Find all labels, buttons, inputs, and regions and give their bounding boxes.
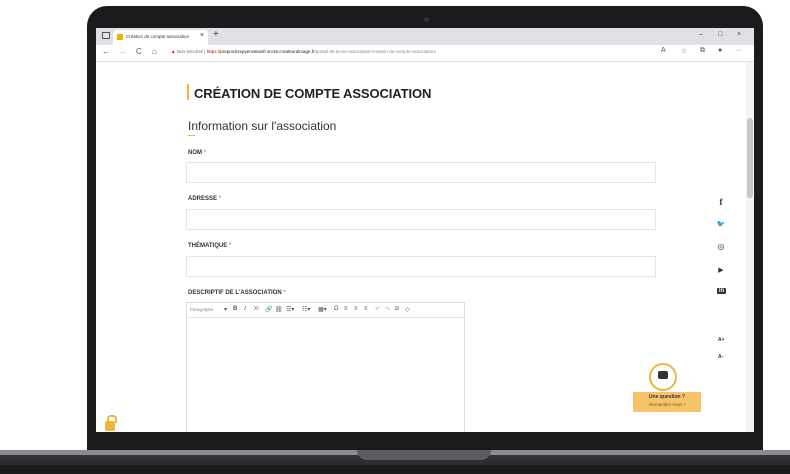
thematique-select[interactable] [186, 256, 656, 277]
page-content: CRÉATION DE COMPTE ASSOCIATION Informati… [96, 62, 754, 432]
webcam [424, 17, 429, 22]
align-center-icon[interactable]: ≡ [354, 306, 358, 312]
nom-label-text: NOM [188, 150, 202, 156]
undo-icon[interactable]: ↶ [375, 306, 380, 313]
thematique-label: THÉMATIQUE * [188, 243, 231, 249]
adresse-label: ADRESSE * [188, 196, 221, 202]
text-size-increase[interactable]: A+ [718, 337, 725, 343]
accessibility-lock-icon[interactable] [105, 421, 115, 431]
bold-button[interactable]: B [233, 306, 237, 312]
table-icon[interactable]: ▦▾ [318, 306, 327, 313]
youtube-icon[interactable]: ▶ [715, 266, 727, 274]
url-separator: | [204, 49, 206, 54]
superscript-button[interactable]: X² [254, 306, 259, 312]
clear-format-icon[interactable]: ◇ [405, 306, 410, 313]
chat-bubble-icon [658, 371, 668, 379]
url-path: /portail-de-la-vie-associative/creation-… [314, 49, 436, 54]
nom-input[interactable] [186, 162, 656, 183]
tab-title: Création de compte association [126, 34, 190, 39]
home-icon[interactable]: ⌂ [152, 47, 157, 56]
numbered-list-icon[interactable]: ☷▾ [302, 306, 310, 313]
twitter-icon[interactable]: 🐦 [715, 220, 727, 228]
chat-label[interactable]: Une question ? Demandez-nous ! [633, 392, 701, 412]
linkedin-icon[interactable]: in [717, 288, 726, 294]
tab-close-icon[interactable]: × [200, 32, 204, 39]
url-host: preprodcrepyenvaloisfr.srv15.createurdim… [220, 49, 315, 54]
instagram-icon[interactable]: ◎ [715, 242, 727, 251]
link-icon[interactable]: 🔗 [265, 306, 272, 313]
required-marker: * [283, 290, 286, 296]
descriptif-label-text: DESCRIPTIF DE L'ASSOCIATION [188, 290, 282, 296]
new-tab-icon[interactable]: + [213, 29, 219, 40]
rich-text-editor[interactable]: Paragraphe ▾ B I X² 🔗 ⛓ ☰▾ ☷▾ ▦▾ Ω ≡ ≡ ≡… [186, 302, 465, 432]
browser-tab[interactable]: Création de compte association × [113, 30, 208, 45]
laptop-base-notch [357, 450, 491, 460]
chat-title: Une question ? [648, 394, 686, 400]
facebook-icon[interactable]: f [715, 197, 727, 207]
collections-icon[interactable]: ⧉ [700, 47, 705, 55]
more-menu-icon[interactable]: ··· [735, 47, 742, 54]
scrollbar-thumb[interactable] [747, 118, 753, 198]
thematique-label-text: THÉMATIQUE [188, 243, 228, 249]
unlink-icon[interactable]: ⛓ [275, 306, 283, 313]
format-dropdown-icon[interactable]: ▾ [224, 306, 227, 313]
special-char-icon[interactable]: Ω [334, 306, 339, 312]
maximize-icon[interactable]: □ [718, 31, 722, 38]
redo-icon[interactable]: ↷ [385, 306, 390, 313]
laptop-screen: Création de compte association × + – □ ×… [96, 28, 754, 432]
required-marker: * [203, 150, 207, 156]
title-accent-bar [187, 84, 189, 100]
not-secure-label: Non sécurisé [176, 49, 203, 54]
minimize-icon[interactable]: – [699, 31, 703, 38]
page-title: CRÉATION DE COMPTE ASSOCIATION [194, 86, 432, 101]
bullet-list-icon[interactable]: ☰▾ [286, 306, 294, 313]
editor-toolbar: Paragraphe ▾ B I X² 🔗 ⛓ ☰▾ ☷▾ ▦▾ Ω ≡ ≡ ≡… [187, 303, 464, 318]
adresse-input[interactable] [186, 209, 656, 230]
paragraph-format-select[interactable]: Paragraphe [190, 307, 214, 312]
section-underline [188, 135, 195, 136]
align-left-icon[interactable]: ≡ [344, 306, 348, 312]
laptop-base-shadow [0, 465, 790, 474]
warning-icon: ▲ [171, 49, 176, 54]
required-marker: * [218, 196, 222, 202]
favicon-icon [117, 34, 123, 40]
text-size-decrease[interactable]: A- [718, 354, 723, 360]
nom-label: NOM * [188, 150, 206, 156]
align-right-icon[interactable]: ≡ [364, 306, 368, 312]
chat-subtitle: Demandez-nous ! [649, 402, 685, 407]
window-menu-icon[interactable] [102, 32, 110, 39]
url-field[interactable]: ▲ Non sécurisé | https://preprodcrepyenv… [171, 49, 436, 54]
back-icon[interactable]: ← [102, 47, 110, 56]
read-aloud-icon[interactable]: A [661, 47, 666, 54]
close-window-icon[interactable]: × [737, 31, 741, 38]
adresse-label-text: ADRESSE [188, 196, 218, 202]
section-title: Information sur l'association [188, 119, 337, 133]
descriptif-label: DESCRIPTIF DE L'ASSOCIATION * [188, 290, 286, 296]
italic-button[interactable]: I [244, 306, 246, 312]
media-icon[interactable]: ⧄ [395, 306, 399, 313]
reload-icon[interactable]: C [136, 47, 142, 56]
favorite-star-icon[interactable]: ☆ [681, 47, 687, 55]
url-scheme: https:// [206, 49, 221, 54]
address-bar: ← → C ⌂ ▲ Non sécurisé | https://preprod… [96, 45, 754, 62]
browser-tab-bar: Création de compte association × + – □ × [96, 28, 754, 45]
required-marker: * [228, 243, 232, 249]
forward-icon[interactable]: → [118, 47, 126, 56]
profile-icon[interactable]: ● [718, 47, 722, 54]
